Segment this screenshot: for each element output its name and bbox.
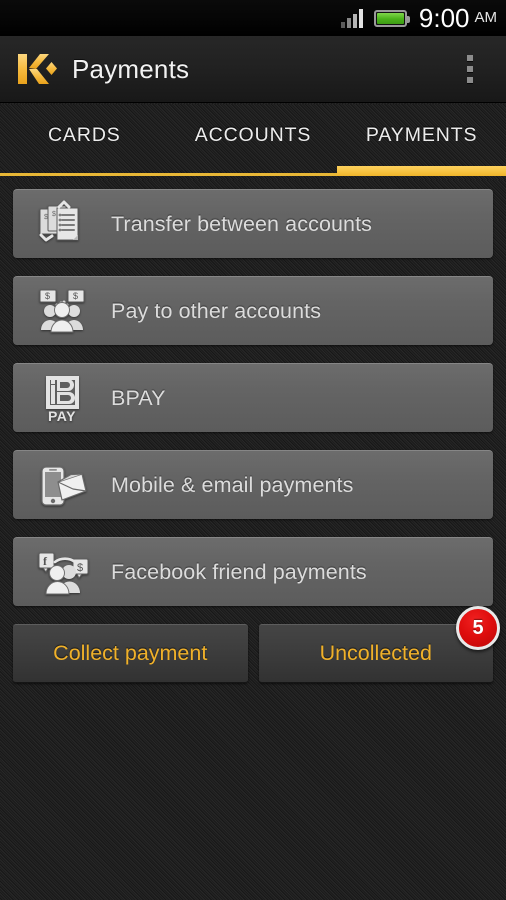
- page-title: Payments: [72, 53, 190, 84]
- list-item-bpay[interactable]: PAY BPAY: [13, 363, 493, 432]
- tab-payments[interactable]: PAYMENTS: [337, 104, 506, 166]
- collect-payment-button[interactable]: Collect payment: [13, 624, 248, 683]
- list-item-pay-to-other-accounts[interactable]: $ $ Pay to other accounts: [13, 276, 493, 345]
- tab-accounts[interactable]: ACCOUNTS: [169, 104, 338, 166]
- people-with-cash-icon: $ $: [33, 286, 95, 336]
- list-item-label: BPAY: [111, 385, 166, 410]
- tab-bar: CARDS ACCOUNTS PAYMENTS: [0, 104, 506, 180]
- list-item-mobile-email-payments[interactable]: Mobile & email payments: [13, 450, 493, 519]
- list-item-label: Transfer between accounts: [111, 211, 373, 236]
- signal-bars-icon: [340, 8, 363, 28]
- uncollected-label: Uncollected: [319, 641, 432, 665]
- status-bar-meridiem: AM: [474, 9, 498, 26]
- facebook-friends-icon: f $: [33, 547, 95, 597]
- svg-text:$: $: [45, 291, 50, 301]
- status-bar-clock: 9:00: [418, 3, 470, 33]
- list-item-facebook-friend-payments[interactable]: f $ Facebook friend payments: [13, 537, 493, 606]
- overflow-menu-icon[interactable]: [457, 49, 483, 89]
- app-screen: 9:00 AM Payments CARDS ACCOUNTS PAYMENTS…: [0, 0, 506, 900]
- active-tab-indicator: [337, 166, 506, 176]
- uncollected-count: 5: [472, 617, 484, 639]
- list-item-label: Pay to other accounts: [111, 298, 322, 323]
- svg-text:$: $: [44, 214, 48, 221]
- list-item-label: Facebook friend payments: [111, 559, 367, 584]
- kaching-k-logo-icon: [16, 52, 58, 86]
- bpay-logo-icon: PAY: [33, 373, 95, 423]
- status-bar: 9:00 AM: [0, 0, 506, 36]
- svg-text:PAY: PAY: [48, 408, 76, 423]
- tab-strip: CARDS ACCOUNTS PAYMENTS: [0, 104, 506, 166]
- uncollected-count-badge: 5: [456, 606, 500, 650]
- svg-text:$: $: [52, 211, 56, 218]
- phone-envelope-icon: [33, 460, 95, 510]
- battery-full-icon: [373, 9, 410, 27]
- payments-content: $ $ Transfer between accounts $ $ Pay to…: [0, 180, 506, 900]
- list-item-label: Mobile & email payments: [111, 472, 354, 497]
- list-item-transfer-between-accounts[interactable]: $ $ Transfer between accounts: [13, 189, 493, 258]
- action-bar: Payments: [0, 36, 506, 103]
- transfer-documents-icon: $ $: [33, 199, 95, 249]
- svg-text:$: $: [77, 562, 83, 574]
- bottom-action-row: Collect payment Uncollected 5: [13, 606, 500, 683]
- collect-payment-label: Collect payment: [53, 641, 208, 665]
- tab-cards[interactable]: CARDS: [0, 104, 169, 166]
- svg-text:$: $: [73, 291, 78, 301]
